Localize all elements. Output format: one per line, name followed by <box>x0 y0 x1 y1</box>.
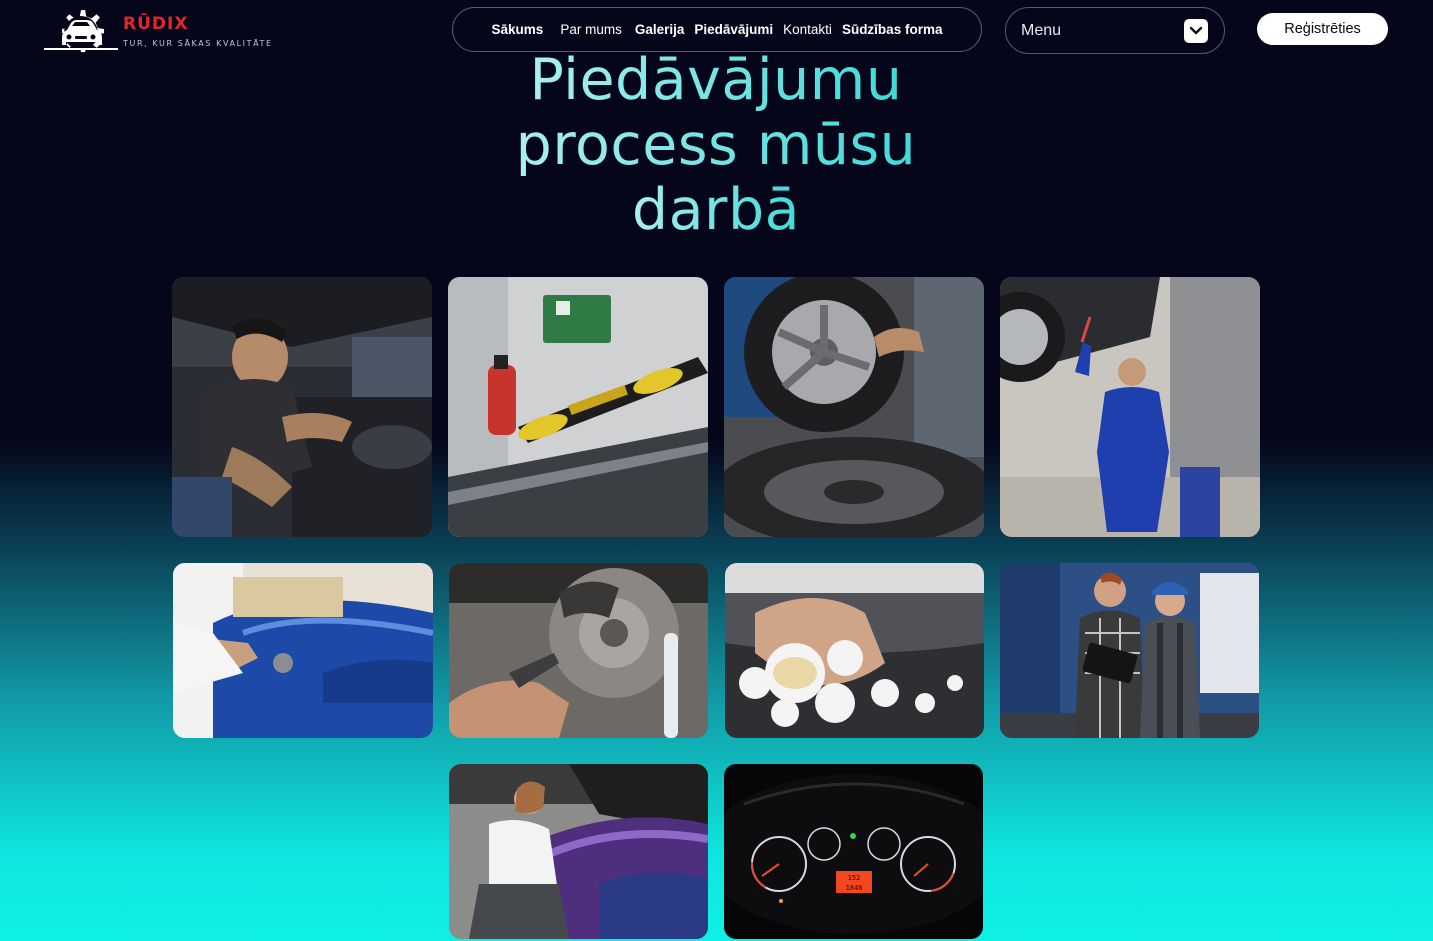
brand-tagline: TUR, KUR SĀKAS KVALITĀTE <box>123 39 273 48</box>
page-title: Piedāvājumu process mūsu darbā <box>466 48 966 243</box>
menu-select[interactable]: Menu <box>1005 7 1225 54</box>
page-title-line-1: Piedāvājumu <box>529 47 903 113</box>
gallery-item-brake-disc[interactable] <box>449 563 708 738</box>
mechanics-clipboard-photo-icon <box>1000 563 1259 738</box>
gallery-item-car-wrap[interactable] <box>449 764 708 939</box>
nav-item-kontakti[interactable]: Kontakti <box>778 22 837 37</box>
car-painting-photo-icon <box>173 563 433 738</box>
dashboard-gauges-photo-icon: 152 1840 <box>724 764 983 939</box>
car-wash-photo-icon <box>725 563 984 738</box>
gallery-item-mechanic-engine[interactable] <box>172 277 432 537</box>
nav-item-piedavajumi[interactable]: Piedāvājumi <box>689 22 778 37</box>
nav-item-par-mums[interactable]: Par mums <box>548 22 630 37</box>
nav-item-sudzibas-forma[interactable]: Sūdzības forma <box>837 22 948 37</box>
chevron-down-icon[interactable] <box>1184 19 1208 43</box>
odometer-top: 152 <box>848 874 861 882</box>
gallery-item-dashboard-gauges[interactable]: 152 1840 <box>724 764 983 939</box>
mechanic-inspection-photo-icon <box>1000 277 1260 537</box>
gallery-item-mechanics-clipboard[interactable] <box>1000 563 1259 738</box>
gallery-item-car-painting[interactable] <box>173 563 433 738</box>
menu-select-label: Menu <box>1021 21 1062 39</box>
brake-disc-photo-icon <box>449 563 708 738</box>
tire-change-photo-icon <box>724 277 984 537</box>
page-title-line-3: darbā <box>631 177 801 243</box>
brand-name: RŪDIX <box>123 14 189 34</box>
mechanic-engine-photo-icon <box>172 277 432 537</box>
car-wrap-photo-icon <box>449 764 708 939</box>
nav-item-sakums[interactable]: Sākums <box>487 22 549 37</box>
logo[interactable]: RŪDIX TUR, KUR SĀKAS KVALITĀTE <box>42 4 282 60</box>
gallery-item-mechanic-inspection[interactable] <box>1000 277 1260 537</box>
odometer-bottom: 1840 <box>846 884 863 892</box>
windshield-repair-photo-icon <box>448 277 708 537</box>
gallery-item-tire-change[interactable] <box>724 277 984 537</box>
register-button[interactable]: Reģistrēties <box>1257 13 1388 45</box>
main-nav: Sākums Par mums Galerija Piedāvājumi Kon… <box>452 7 982 52</box>
gallery-item-windshield-repair[interactable] <box>448 277 708 537</box>
gear-car-logo-icon <box>44 10 118 53</box>
gallery-item-car-wash[interactable] <box>725 563 984 738</box>
page-title-line-2: process mūsu <box>515 112 917 178</box>
nav-item-galerija[interactable]: Galerija <box>630 22 690 37</box>
